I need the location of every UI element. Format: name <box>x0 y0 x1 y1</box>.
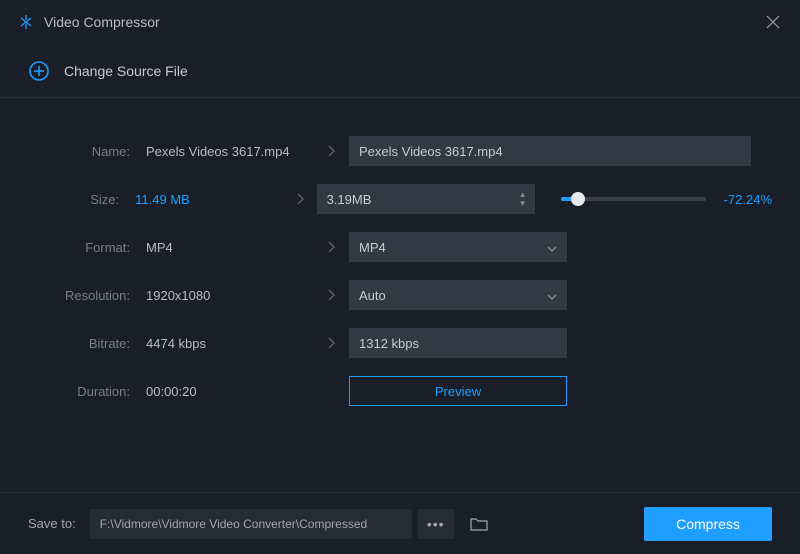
bitrate-input[interactable] <box>349 328 567 358</box>
duration-label: Duration: <box>28 384 138 399</box>
format-select[interactable]: MP4 <box>349 232 567 262</box>
resolution-label: Resolution: <box>28 288 138 303</box>
folder-icon <box>470 517 488 531</box>
chevron-right-icon <box>284 193 316 205</box>
app-icon <box>18 14 34 30</box>
name-label: Name: <box>28 144 138 159</box>
row-name: Name: Pexels Videos 3617.mp4 <box>28 134 772 168</box>
size-percent: -72.24% <box>724 192 772 207</box>
close-button[interactable] <box>764 13 782 31</box>
window: Video Compressor Change Source File Name… <box>0 0 800 554</box>
save-path: F:\Vidmore\Vidmore Video Converter\Compr… <box>100 517 367 531</box>
size-original: 11.49 MB <box>127 192 284 207</box>
size-label: Size: <box>28 192 127 207</box>
footer: Save to: F:\Vidmore\Vidmore Video Conver… <box>0 492 800 554</box>
duration-original: 00:00:20 <box>138 384 313 399</box>
resolution-original: 1920x1080 <box>138 288 313 303</box>
name-input[interactable] <box>349 136 751 166</box>
change-source-label: Change Source File <box>64 63 188 79</box>
format-label: Format: <box>28 240 138 255</box>
format-original: MP4 <box>138 240 313 255</box>
chevron-right-icon <box>313 289 349 301</box>
size-value: 3.19MB <box>327 192 372 207</box>
preview-button[interactable]: Preview <box>349 376 567 406</box>
row-bitrate: Bitrate: 4474 kbps <box>28 326 772 360</box>
stepper-up-icon[interactable]: ▲ <box>517 191 529 199</box>
open-folder-button[interactable] <box>464 509 494 539</box>
chevron-right-icon <box>313 241 349 253</box>
chevron-right-icon <box>313 145 349 157</box>
format-value: MP4 <box>359 240 386 255</box>
row-duration: Duration: 00:00:20 Preview <box>28 374 772 408</box>
row-size: Size: 11.49 MB 3.19MB ▲ ▼ <box>28 182 772 216</box>
window-title: Video Compressor <box>44 14 160 30</box>
chevron-right-icon <box>313 337 349 349</box>
compress-button[interactable]: Compress <box>644 507 772 541</box>
slider-thumb[interactable] <box>571 192 585 206</box>
bitrate-original: 4474 kbps <box>138 336 313 351</box>
name-original: Pexels Videos 3617.mp4 <box>138 144 313 159</box>
stepper-down-icon[interactable]: ▼ <box>517 200 529 208</box>
save-to-label: Save to: <box>28 516 76 531</box>
bitrate-label: Bitrate: <box>28 336 138 351</box>
save-path-box: F:\Vidmore\Vidmore Video Converter\Compr… <box>90 509 412 539</box>
content: Name: Pexels Videos 3617.mp4 Size: 11.49… <box>0 98 800 492</box>
row-resolution: Resolution: 1920x1080 Auto <box>28 278 772 312</box>
add-icon <box>28 60 50 82</box>
titlebar: Video Compressor <box>0 0 800 44</box>
resolution-select[interactable]: Auto <box>349 280 567 310</box>
chevron-down-icon <box>547 288 557 303</box>
size-slider[interactable] <box>561 197 706 201</box>
browse-button[interactable]: ••• <box>418 509 454 539</box>
change-source-row[interactable]: Change Source File <box>0 44 800 98</box>
size-stepper[interactable]: 3.19MB ▲ ▼ <box>317 184 535 214</box>
row-format: Format: MP4 MP4 <box>28 230 772 264</box>
resolution-value: Auto <box>359 288 386 303</box>
chevron-down-icon <box>547 240 557 255</box>
